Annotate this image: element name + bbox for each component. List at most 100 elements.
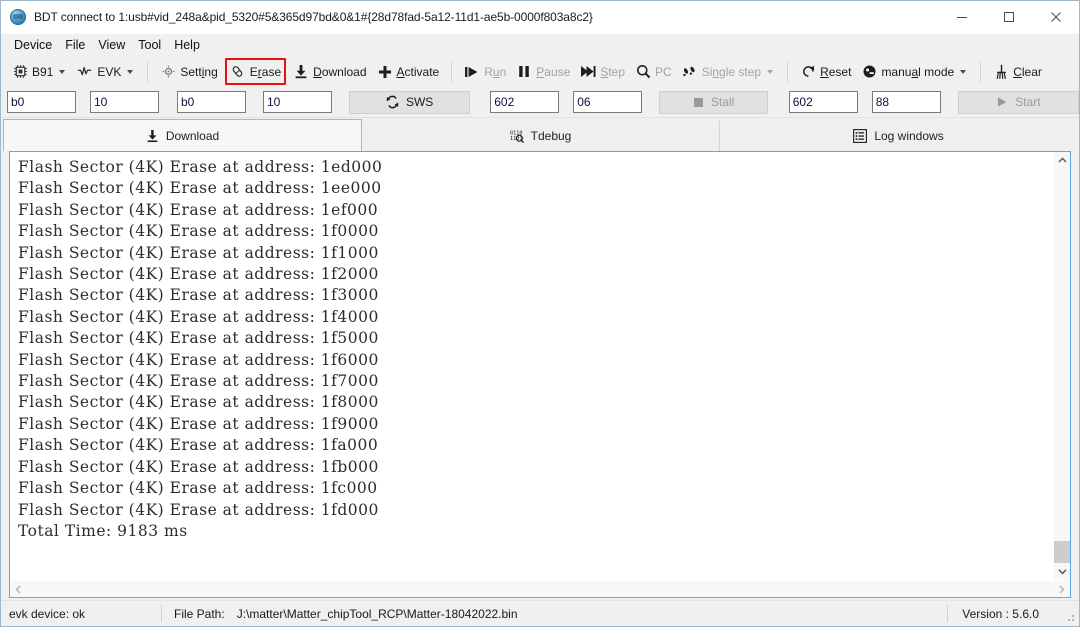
chevron-down-icon[interactable] xyxy=(59,69,66,74)
bdt-app-icon xyxy=(10,9,26,25)
sync-icon xyxy=(386,95,399,109)
menu-file[interactable]: File xyxy=(59,36,91,54)
resize-grip[interactable] xyxy=(1064,611,1076,623)
waveform-icon xyxy=(77,64,93,80)
toolbar-divider xyxy=(451,61,453,82)
main-toolbar: B91 EVK Setting Erase Download Activate … xyxy=(1,56,1079,87)
menu-help[interactable]: Help xyxy=(168,36,206,54)
title-bar: BDT connect to 1:usb#vid_248a&pid_5320#5… xyxy=(1,1,1079,34)
vertical-scrollbar[interactable] xyxy=(1053,152,1070,580)
start-label: Start xyxy=(1015,95,1041,109)
log-text[interactable]: Flash Sector (4K) Erase at address: 1ed0… xyxy=(10,152,1053,580)
window-title: BDT connect to 1:usb#vid_248a&pid_5320#5… xyxy=(34,10,593,24)
toolbar-divider xyxy=(147,61,149,82)
run-button[interactable]: Run xyxy=(459,60,511,84)
erase-button[interactable]: Erase xyxy=(224,58,287,85)
field-1[interactable] xyxy=(7,91,76,113)
menu-tool[interactable]: Tool xyxy=(132,36,167,54)
list-icon xyxy=(853,129,868,143)
tab-tdebug[interactable]: 0110 1101 Tdebug xyxy=(362,121,720,151)
erase-label: Erase xyxy=(249,64,282,79)
chip-selector-label: B91 xyxy=(32,64,54,79)
plus-icon xyxy=(377,64,393,80)
pc-label: PC xyxy=(655,64,672,79)
log-body: Flash Sector (4K) Erase at address: 1ed0… xyxy=(10,152,1070,580)
search-icon xyxy=(635,64,651,80)
toolbar-divider xyxy=(980,61,982,82)
sws-button[interactable]: SWS xyxy=(349,90,471,114)
binary-icon: 0110 1101 xyxy=(510,129,524,143)
field-5[interactable] xyxy=(490,91,560,113)
probe-selector-label: EVK xyxy=(97,64,122,79)
field-7[interactable] xyxy=(788,91,858,113)
mode-icon xyxy=(861,64,877,80)
maximize-button[interactable] xyxy=(985,1,1032,34)
vertical-scroll-thumb[interactable] xyxy=(1054,541,1070,563)
setting-button[interactable]: Setting xyxy=(155,60,222,84)
scroll-right-arrow[interactable] xyxy=(1053,581,1070,598)
menu-view[interactable]: View xyxy=(92,36,131,54)
scroll-down-arrow[interactable] xyxy=(1054,563,1070,580)
reset-icon xyxy=(800,64,816,80)
chip-selector[interactable]: B91 xyxy=(7,60,72,84)
vertical-scroll-track[interactable] xyxy=(1054,169,1070,563)
version-label: Version : 5.6.0 xyxy=(962,606,1039,621)
mode-selector[interactable]: manual mode xyxy=(856,60,973,84)
setting-label: Setting xyxy=(180,64,218,79)
pc-button[interactable]: PC xyxy=(630,60,677,84)
file-path-label: File Path: xyxy=(174,606,225,621)
stall-label: Stall xyxy=(710,95,735,109)
download-label: Download xyxy=(313,64,367,79)
status-bar: evk device: ok File Path: J:\matter\Matt… xyxy=(1,600,1079,626)
field-3[interactable] xyxy=(177,91,246,113)
footsteps-icon xyxy=(682,64,698,80)
eraser-icon xyxy=(230,64,246,80)
step-label: Step xyxy=(600,64,626,79)
download-icon xyxy=(146,129,159,143)
start-button[interactable]: Start xyxy=(957,90,1079,114)
tab-download[interactable]: Download xyxy=(3,119,362,151)
tab-strip: Download 0110 1101 Tdebug Log windows xyxy=(1,118,1079,151)
sws-label: SWS xyxy=(405,95,434,109)
scroll-up-arrow[interactable] xyxy=(1054,152,1070,169)
step-button[interactable]: Step xyxy=(575,60,630,84)
download-icon xyxy=(293,64,309,80)
pause-button[interactable]: Pause xyxy=(511,60,575,84)
stall-button[interactable]: Stall xyxy=(659,90,768,114)
field-2[interactable] xyxy=(90,91,159,113)
run-label: Run xyxy=(484,64,507,79)
chevron-down-icon[interactable] xyxy=(960,69,967,74)
menu-device[interactable]: Device xyxy=(8,36,58,54)
clear-button[interactable]: Clear xyxy=(988,60,1047,84)
horizontal-scrollbar[interactable] xyxy=(10,580,1070,597)
parameter-fields-row: SWS Stall Start xyxy=(1,87,1079,118)
chevron-down-icon[interactable] xyxy=(127,69,134,74)
menu-bar: Device File View Tool Help xyxy=(1,34,1079,56)
tab-download-label: Download xyxy=(165,128,220,143)
chip-icon xyxy=(12,64,28,80)
field-8[interactable] xyxy=(871,91,941,113)
single-step-button[interactable]: Single step xyxy=(677,60,780,84)
field-4[interactable] xyxy=(263,91,332,113)
pause-label: Pause xyxy=(536,64,571,79)
activate-label: Activate xyxy=(396,64,440,79)
tab-log-windows[interactable]: Log windows xyxy=(720,121,1077,151)
activate-button[interactable]: Activate xyxy=(372,60,445,84)
probe-selector[interactable]: EVK xyxy=(72,60,140,84)
mode-label: manual mode xyxy=(881,64,955,79)
run-icon xyxy=(464,64,480,80)
minimize-button[interactable] xyxy=(938,1,985,34)
broom-icon xyxy=(993,64,1009,80)
scroll-left-arrow[interactable] xyxy=(10,581,27,598)
field-6[interactable] xyxy=(573,91,643,113)
reset-button[interactable]: Reset xyxy=(795,60,856,84)
step-icon xyxy=(580,64,596,80)
close-button[interactable] xyxy=(1032,1,1079,34)
toolbar-divider xyxy=(787,61,789,82)
chevron-down-icon[interactable] xyxy=(767,69,774,74)
single-step-label: Single step xyxy=(701,64,762,79)
log-output-panel: Flash Sector (4K) Erase at address: 1ed0… xyxy=(9,151,1071,598)
pause-icon xyxy=(516,64,532,80)
download-button[interactable]: Download xyxy=(288,60,371,84)
window-controls xyxy=(938,1,1079,34)
